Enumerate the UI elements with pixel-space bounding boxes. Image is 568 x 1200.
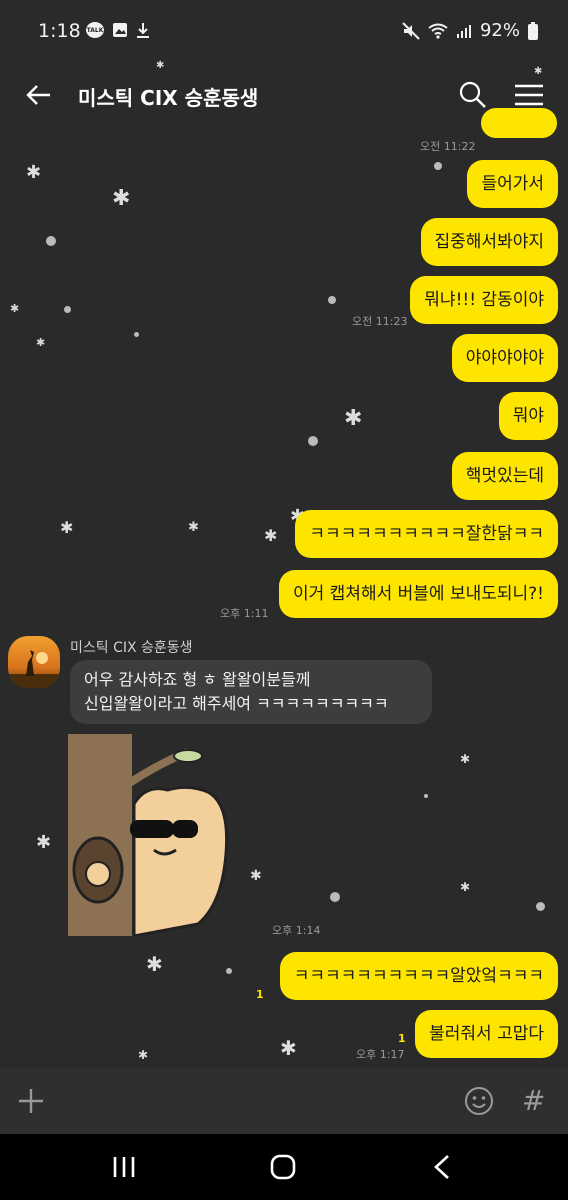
message-time: 오후 1:17 (356, 1048, 405, 1061)
signal-icon (456, 24, 471, 38)
message-bubble-in[interactable]: 어우 감사하죠 형 ㅎ 왈왈이분들께 신입왈왈이라고 해주세여 ㅋㅋㅋㅋㅋㅋㅋㅋ… (70, 660, 432, 724)
snowflake: ✱ (460, 880, 471, 894)
wifi-icon (428, 23, 448, 39)
snow-dot (46, 236, 56, 246)
snow-dot (330, 892, 340, 902)
snow-dot (134, 332, 139, 337)
message-bubble-out[interactable]: ㅋㅋㅋㅋㅋㅋㅋㅋㅋㅋ알았엌ㅋㅋㅋ (279, 952, 558, 1000)
snowflake: ✱ (10, 302, 20, 315)
snowflake: ✱ (156, 60, 165, 71)
search-icon[interactable] (458, 80, 488, 110)
snow-dot (434, 162, 442, 170)
sender-name: 미스틱 CIX 승훈동생 (70, 640, 193, 656)
snowflake: ✱ (146, 952, 163, 976)
message-time: 오전 11:22 (420, 140, 476, 153)
kakaotalk-icon: TALK (86, 22, 104, 38)
snowflake: ✱ (188, 520, 199, 535)
snowflake: ✱ (36, 336, 46, 349)
menu-icon[interactable] (512, 80, 546, 110)
avatar[interactable] (8, 636, 60, 688)
snow-dot (226, 968, 232, 974)
snowflake: ✱ (534, 66, 543, 77)
snowflake: ✱ (112, 186, 131, 211)
message-bubble-out[interactable]: 이거 캡쳐해서 버블에 보내도되니?! (278, 570, 558, 618)
message-bubble-out[interactable]: 핵멋있는데 (451, 452, 558, 500)
system-nav-bar (0, 1134, 568, 1200)
message-bubble-out[interactable]: 뭐냐!!! 감동이야 (410, 276, 558, 324)
image-icon (113, 23, 127, 37)
message-bubble-out[interactable]: 뭐야 (498, 392, 558, 440)
snowflake: ✱ (60, 518, 74, 537)
clock: 1:18 (38, 20, 81, 42)
hash-icon[interactable]: # (522, 1084, 545, 1117)
snow-dot (536, 902, 545, 911)
battery-percent: 92% (479, 20, 520, 41)
message-bubble-out[interactable]: ㅋㅋㅋㅋㅋㅋㅋㅋㅋㅋ잘한닭ㅋㅋ (295, 510, 558, 558)
back-icon[interactable] (430, 1154, 454, 1180)
emoji-icon[interactable] (464, 1086, 494, 1116)
status-bar: 1:18 TALK 92% (0, 0, 568, 60)
snow-dot (424, 794, 428, 798)
back-arrow-icon[interactable] (24, 80, 54, 110)
system-icons: 92% (402, 20, 538, 41)
notification-icons: TALK (86, 22, 150, 38)
snowflake: ✱ (280, 1036, 297, 1060)
message-line: 어우 감사하죠 형 ㅎ 왈왈이분들께 (84, 670, 311, 689)
message-bubble-out[interactable]: 불러줘서 고맙다 (415, 1010, 558, 1058)
unread-count: 1 (398, 1032, 406, 1045)
message-input-bar[interactable]: # (0, 1068, 568, 1134)
snowflake: ✱ (264, 526, 278, 545)
snowflake: ✱ (138, 1048, 149, 1062)
bear-sticker[interactable] (68, 734, 232, 936)
snowflake: ✱ (36, 832, 52, 853)
snow-dot (308, 436, 318, 446)
message-bubble-out[interactable]: 집중해서봐야지 (420, 218, 558, 266)
message-time: 오후 1:11 (220, 607, 269, 620)
mute-icon (402, 21, 420, 40)
message-bubble-out[interactable]: 야야야야야 (451, 334, 558, 382)
message-bubble-out[interactable]: 들어가서 (467, 160, 558, 208)
snowflake: ✱ (344, 406, 363, 431)
snow-dot (64, 306, 71, 313)
home-icon[interactable] (270, 1154, 296, 1180)
message-bubble-partial[interactable] (481, 108, 557, 138)
snowflake: ✱ (250, 868, 262, 884)
chat-title: 미스틱 CIX 승훈동생 (78, 86, 259, 110)
recent-apps-icon[interactable] (112, 1156, 136, 1178)
message-time: 오후 1:14 (272, 924, 321, 937)
snow-dot (328, 296, 336, 304)
message-time: 오전 11:23 (352, 315, 408, 328)
download-icon (137, 23, 149, 38)
unread-count: 1 (256, 988, 264, 1001)
snowflake: ✱ (26, 162, 42, 183)
snowflake: ✱ (460, 752, 471, 766)
battery-icon (528, 21, 538, 40)
plus-icon[interactable] (16, 1086, 46, 1116)
message-line: 신입왈왈이라고 해주세여 ㅋㅋㅋㅋㅋㅋㅋㅋㅋ (84, 694, 389, 713)
